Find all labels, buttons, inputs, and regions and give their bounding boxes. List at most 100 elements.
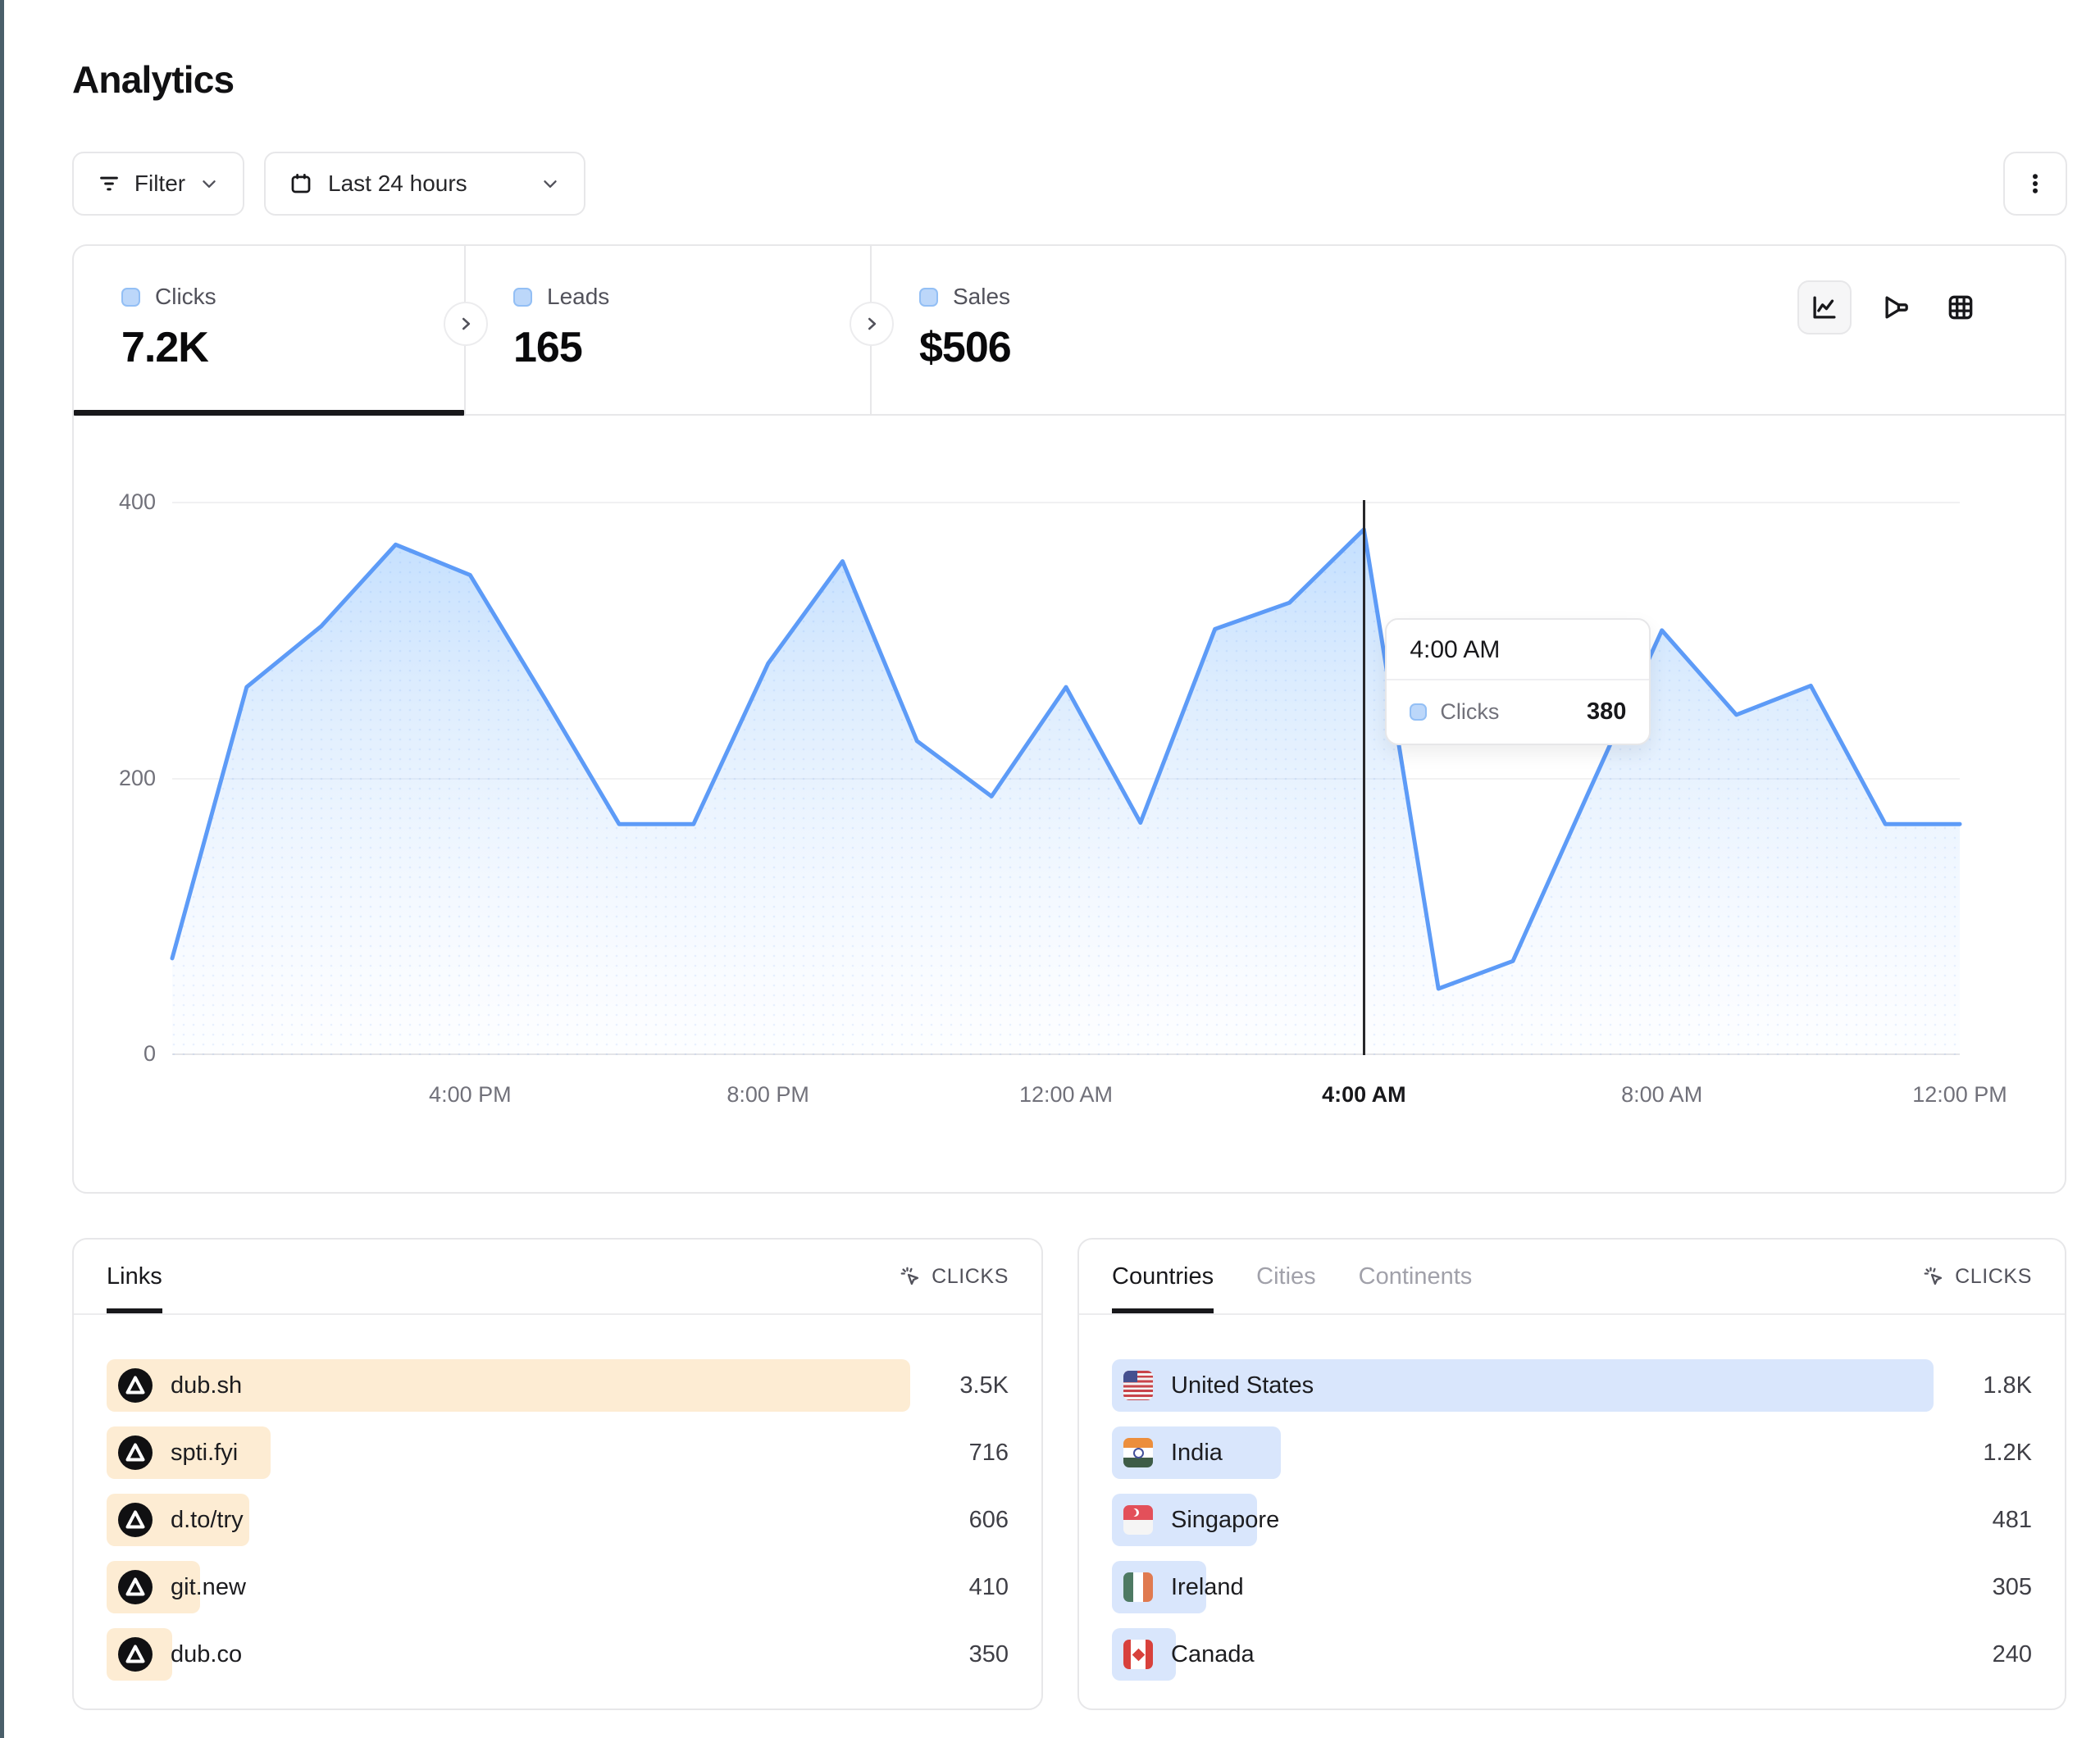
link-clicks-value: 716 [910, 1440, 1009, 1467]
country-row[interactable]: India 1.2K [1112, 1426, 2032, 1479]
countries-rows: United States 1.8K India 1.2K [1079, 1315, 2065, 1681]
funnel-chart-icon [1881, 292, 1912, 323]
filter-label: Filter [134, 171, 185, 197]
funnel-chart-toggle[interactable] [1878, 289, 1916, 326]
country-row[interactable]: Singapore 481 [1112, 1494, 2032, 1546]
filter-button[interactable]: Filter [72, 152, 244, 216]
country-clicks-value: 1.2K [1934, 1440, 2032, 1467]
chevron-right-icon [861, 313, 882, 334]
link-label: d.to/try [171, 1507, 244, 1534]
chevron-down-icon [540, 173, 561, 194]
tab-continents[interactable]: Continents [1359, 1240, 1473, 1313]
table-view-toggle[interactable] [1942, 289, 1979, 326]
analytics-page: Analytics Filter Last 24 hours Cl [0, 0, 2100, 1738]
y-axis-label: 0 [85, 1041, 156, 1066]
ireland-flag-icon [1123, 1572, 1153, 1602]
dub-logo-icon [118, 1503, 153, 1537]
links-metric-sort[interactable]: CLICKS [899, 1265, 1009, 1289]
metric-label: CLICKS [932, 1265, 1009, 1289]
link-row[interactable]: dub.sh 3.5K [107, 1359, 1009, 1412]
kebab-menu-icon [2023, 171, 2048, 196]
stats-tab-bar: Clicks 7.2K Leads 165 Sales $506 [74, 246, 2065, 416]
expand-clicks-button[interactable] [444, 302, 488, 346]
country-row[interactable]: Canada 240 [1112, 1628, 2032, 1681]
links-panel-header: Links CLICKS [74, 1240, 1041, 1315]
window-edge-strip [0, 0, 4, 1738]
link-label: git.new [171, 1574, 246, 1601]
tooltip-series-label: Clicks [1440, 699, 1499, 725]
line-chart-toggle[interactable] [1797, 280, 1852, 334]
leads-legend-chip [513, 288, 532, 307]
link-clicks-value: 3.5K [910, 1372, 1009, 1399]
link-row[interactable]: git.new 410 [107, 1561, 1009, 1613]
countries-metric-sort[interactable]: CLICKS [1922, 1265, 2032, 1289]
tab-cities[interactable]: Cities [1256, 1240, 1316, 1313]
stat-label: Leads [547, 284, 609, 310]
tab-countries[interactable]: Countries [1112, 1240, 1214, 1313]
dub-logo-icon [118, 1368, 153, 1403]
line-chart-icon [1809, 292, 1840, 323]
chart-plot-area[interactable] [172, 502, 1960, 1055]
sales-legend-chip [919, 288, 938, 307]
x-axis-label: 8:00 PM [727, 1082, 809, 1108]
country-label: Ireland [1171, 1574, 1244, 1601]
dub-logo-icon [118, 1435, 153, 1470]
crosshair-line [1363, 500, 1365, 1055]
cursor-click-icon [1922, 1265, 1945, 1288]
tab-clicks[interactable]: Clicks 7.2K [74, 246, 466, 414]
chevron-down-icon [198, 173, 220, 194]
country-clicks-value: 240 [1934, 1641, 2032, 1668]
link-clicks-value: 606 [910, 1507, 1009, 1534]
country-row[interactable]: United States 1.8K [1112, 1359, 2032, 1412]
link-label: dub.co [171, 1641, 242, 1668]
links-rows: dub.sh 3.5K spti.fyi 716 d [74, 1315, 1041, 1681]
y-axis-label: 200 [85, 766, 156, 790]
y-axis-label: 400 [85, 489, 156, 514]
metric-label: CLICKS [1955, 1265, 2032, 1289]
chart-view-toggles [1797, 280, 1979, 334]
singapore-flag-icon [1123, 1505, 1153, 1535]
clicks-legend-chip [1410, 703, 1427, 721]
link-clicks-value: 350 [910, 1641, 1009, 1668]
countries-panel: Countries Cities Continents CLICKS Unite… [1077, 1238, 2066, 1710]
more-options-button[interactable] [2003, 152, 2067, 216]
canada-flag-icon [1123, 1640, 1153, 1669]
country-clicks-value: 481 [1934, 1507, 2032, 1534]
x-axis-label: 4:00 PM [429, 1082, 512, 1108]
dub-logo-icon [118, 1570, 153, 1604]
country-clicks-value: 1.8K [1934, 1372, 2032, 1399]
country-label: United States [1171, 1372, 1314, 1399]
date-range-label: Last 24 hours [328, 171, 467, 197]
link-clicks-value: 410 [910, 1574, 1009, 1601]
links-panel: Links CLICKS dub.sh 3.5K [72, 1238, 1043, 1710]
expand-leads-button[interactable] [850, 302, 894, 346]
tab-leads[interactable]: Leads 165 [466, 246, 872, 414]
link-row[interactable]: d.to/try 606 [107, 1494, 1009, 1546]
country-label: India [1171, 1440, 1223, 1467]
x-axis-label: 8:00 AM [1621, 1082, 1702, 1108]
tab-links[interactable]: Links [107, 1240, 162, 1313]
country-label: Canada [1171, 1641, 1255, 1668]
tooltip-value: 380 [1587, 698, 1626, 726]
filter-icon [97, 171, 121, 196]
calendar-icon [289, 171, 313, 196]
country-row[interactable]: Ireland 305 [1112, 1561, 2032, 1613]
x-axis-label: 12:00 PM [1912, 1082, 2007, 1108]
table-grid-icon [1945, 292, 1976, 323]
chevron-right-icon [455, 313, 476, 334]
dub-logo-icon [118, 1637, 153, 1672]
country-clicks-value: 305 [1934, 1574, 2032, 1601]
link-label: dub.sh [171, 1372, 242, 1399]
chart-tooltip: 4:00 AM Clicks 380 [1385, 618, 1651, 745]
page-title: Analytics [72, 57, 234, 102]
tooltip-time: 4:00 AM [1387, 620, 1649, 680]
stat-value: 7.2K [121, 323, 464, 372]
link-row[interactable]: dub.co 350 [107, 1628, 1009, 1681]
stat-value: 165 [513, 323, 870, 372]
india-flag-icon [1123, 1438, 1153, 1467]
cursor-click-icon [899, 1265, 922, 1288]
x-axis-label: 12:00 AM [1019, 1082, 1113, 1108]
link-row[interactable]: spti.fyi 716 [107, 1426, 1009, 1479]
date-range-button[interactable]: Last 24 hours [264, 152, 585, 216]
us-flag-icon [1123, 1371, 1153, 1400]
